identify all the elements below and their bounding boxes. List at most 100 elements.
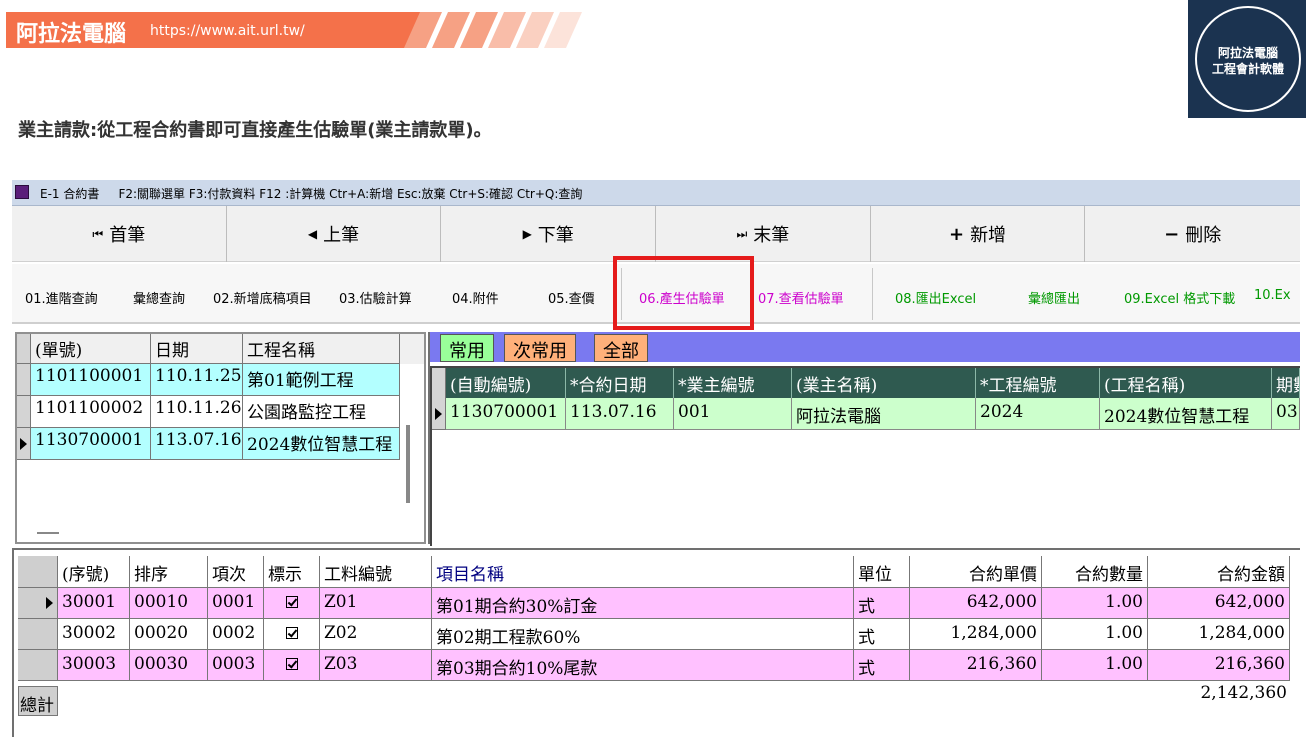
- valuation-calc-button[interactable]: 03.估驗計算: [339, 288, 412, 307]
- item-cell[interactable]: 0002: [208, 619, 264, 650]
- excel-template-download-button[interactable]: 09.Excel 格式下載: [1124, 288, 1235, 307]
- col-header-amount[interactable]: 合約金額: [1148, 556, 1290, 588]
- col-header-contract-date[interactable]: *合約日期: [566, 368, 674, 398]
- amount-cell[interactable]: 1,284,000: [1148, 619, 1290, 650]
- amount-cell[interactable]: 216,360: [1148, 650, 1290, 681]
- sort-cell[interactable]: 00020: [130, 619, 208, 650]
- logo-text-line2: 工程會計軟體: [1211, 62, 1284, 76]
- checkbox-checked-icon[interactable]: [285, 596, 298, 608]
- col-header-number[interactable]: (單號): [31, 334, 151, 364]
- col-header-item-name[interactable]: 項目名稱: [432, 556, 854, 588]
- view-valuation-button[interactable]: 07.查看估驗單: [758, 288, 844, 307]
- checkbox-checked-icon[interactable]: [285, 627, 298, 639]
- tab-common[interactable]: 常用: [440, 334, 494, 362]
- item-name-cell[interactable]: 第02期工程款60%: [432, 619, 854, 650]
- advanced-query-button[interactable]: 01.進階查詢: [25, 288, 98, 307]
- col-header-material-code[interactable]: 工料編號: [320, 556, 432, 588]
- tab-secondary[interactable]: 次常用: [504, 334, 576, 362]
- material-code-cell[interactable]: Z01: [320, 588, 432, 619]
- add-draft-item-button[interactable]: 02.新增底稿項目: [213, 288, 312, 307]
- export-excel-button[interactable]: 08.匯出Excel: [895, 288, 976, 307]
- project-number-cell[interactable]: 2024: [976, 398, 1100, 430]
- tab-all[interactable]: 全部: [594, 334, 648, 362]
- material-code-cell[interactable]: Z02: [320, 619, 432, 650]
- owner-number-cell[interactable]: 001: [674, 398, 792, 430]
- col-header-seq[interactable]: (序號): [58, 556, 130, 588]
- list-cell-number[interactable]: 1101100002: [31, 396, 151, 428]
- quantity-cell[interactable]: 1.00: [1042, 619, 1148, 650]
- col-header-project[interactable]: 工程名稱: [243, 334, 400, 364]
- period-cell[interactable]: 03: [1272, 398, 1300, 430]
- first-record-button[interactable]: ⏮ 首筆: [12, 206, 227, 262]
- sort-cell[interactable]: 00010: [130, 588, 208, 619]
- item-name-cell[interactable]: 第01期合約30%訂金: [432, 588, 854, 619]
- col-header-item[interactable]: 項次: [208, 556, 264, 588]
- seq-cell[interactable]: 30003: [58, 650, 130, 681]
- mark-cell[interactable]: [264, 588, 320, 619]
- col-header-project-name[interactable]: (工程名稱): [1100, 368, 1272, 398]
- contract-date-cell[interactable]: 113.07.16: [566, 398, 674, 430]
- delete-record-button[interactable]: − 刪除: [1085, 206, 1300, 262]
- price-check-button[interactable]: 05.查價: [548, 288, 595, 307]
- checkbox-checked-icon[interactable]: [285, 658, 298, 670]
- contract-list-grid: (單號) 日期 工程名稱 1101100001 110.11.25 第01範例工…: [15, 332, 426, 544]
- last-label: 末筆: [753, 225, 790, 246]
- project-name-cell[interactable]: 2024數位智慧工程: [1100, 398, 1272, 430]
- add-label: 新增: [970, 225, 1007, 246]
- amount-cell[interactable]: 642,000: [1148, 588, 1290, 619]
- summary-export-button[interactable]: 彙總匯出: [1028, 288, 1080, 307]
- mark-cell[interactable]: [264, 619, 320, 650]
- list-cell-project[interactable]: 第01範例工程: [243, 364, 400, 396]
- col-header-auto-number[interactable]: (自動編號): [446, 368, 566, 398]
- col-header-date[interactable]: 日期: [151, 334, 243, 364]
- col-header-owner-name[interactable]: (業主名稱): [792, 368, 976, 398]
- unit-cell[interactable]: 式: [854, 588, 910, 619]
- vertical-scrollbar[interactable]: [406, 425, 410, 503]
- col-header-project-number[interactable]: *工程編號: [976, 368, 1100, 398]
- item-cell[interactable]: 0001: [208, 588, 264, 619]
- seq-cell[interactable]: 30002: [58, 619, 130, 650]
- auto-number-cell[interactable]: 1130700001: [446, 398, 566, 430]
- record-nav-bar: ⏮ 首筆 ◀ 上筆 ▶ 下筆 ⏭ 末筆 + 新增 − 刪除: [12, 206, 1300, 262]
- unit-price-cell[interactable]: 1,284,000: [910, 619, 1042, 650]
- col-header-owner-number[interactable]: *業主編號: [674, 368, 792, 398]
- list-cell-date[interactable]: 113.07.16: [151, 428, 243, 460]
- list-cell-number[interactable]: 1101100001: [31, 364, 151, 396]
- next-record-button[interactable]: ▶ 下筆: [441, 206, 657, 262]
- col-header-quantity[interactable]: 合約數量: [1042, 556, 1148, 588]
- page-subtitle: 業主請款:從工程合約書即可直接產生估驗單(業主請款單)。: [18, 120, 492, 141]
- last-icon: ⏭: [736, 226, 748, 241]
- list-cell-number[interactable]: 1130700001: [31, 428, 151, 460]
- col-header-sort[interactable]: 排序: [130, 556, 208, 588]
- mark-cell[interactable]: [264, 650, 320, 681]
- list-cell-date[interactable]: 110.11.26: [151, 396, 243, 428]
- unit-price-cell[interactable]: 216,360: [910, 650, 1042, 681]
- unit-cell[interactable]: 式: [854, 619, 910, 650]
- quantity-cell[interactable]: 1.00: [1042, 588, 1148, 619]
- horizontal-scrollbar[interactable]: [37, 532, 59, 534]
- col-header-period[interactable]: 期數: [1272, 368, 1300, 398]
- list-cell-project[interactable]: 公園路監控工程: [243, 396, 400, 428]
- prev-record-button[interactable]: ◀ 上筆: [227, 206, 442, 262]
- item-name-cell[interactable]: 第03期合約10%尾款: [432, 650, 854, 681]
- list-cell-project[interactable]: 2024數位智慧工程: [243, 428, 400, 460]
- function-10-button[interactable]: 10.Ex: [1254, 288, 1291, 303]
- sort-cell[interactable]: 00030: [130, 650, 208, 681]
- summary-query-button[interactable]: 彙總查詢: [133, 288, 185, 307]
- col-header-unit[interactable]: 單位: [854, 556, 910, 588]
- last-record-button[interactable]: ⏭ 末筆: [656, 206, 871, 262]
- list-cell-date[interactable]: 110.11.25: [151, 364, 243, 396]
- attachment-button[interactable]: 04.附件: [452, 288, 499, 307]
- col-header-mark[interactable]: 標示: [264, 556, 320, 588]
- unit-cell[interactable]: 式: [854, 650, 910, 681]
- unit-price-cell[interactable]: 642,000: [910, 588, 1042, 619]
- brand-url[interactable]: https://www.ait.url.tw/: [150, 23, 305, 39]
- owner-name-cell[interactable]: 阿拉法電腦: [792, 398, 976, 430]
- item-cell[interactable]: 0003: [208, 650, 264, 681]
- seq-cell[interactable]: 30001: [58, 588, 130, 619]
- material-code-cell[interactable]: Z03: [320, 650, 432, 681]
- minus-icon: −: [1164, 223, 1180, 245]
- add-record-button[interactable]: + 新增: [871, 206, 1086, 262]
- quantity-cell[interactable]: 1.00: [1042, 650, 1148, 681]
- col-header-unit-price[interactable]: 合約單價: [910, 556, 1042, 588]
